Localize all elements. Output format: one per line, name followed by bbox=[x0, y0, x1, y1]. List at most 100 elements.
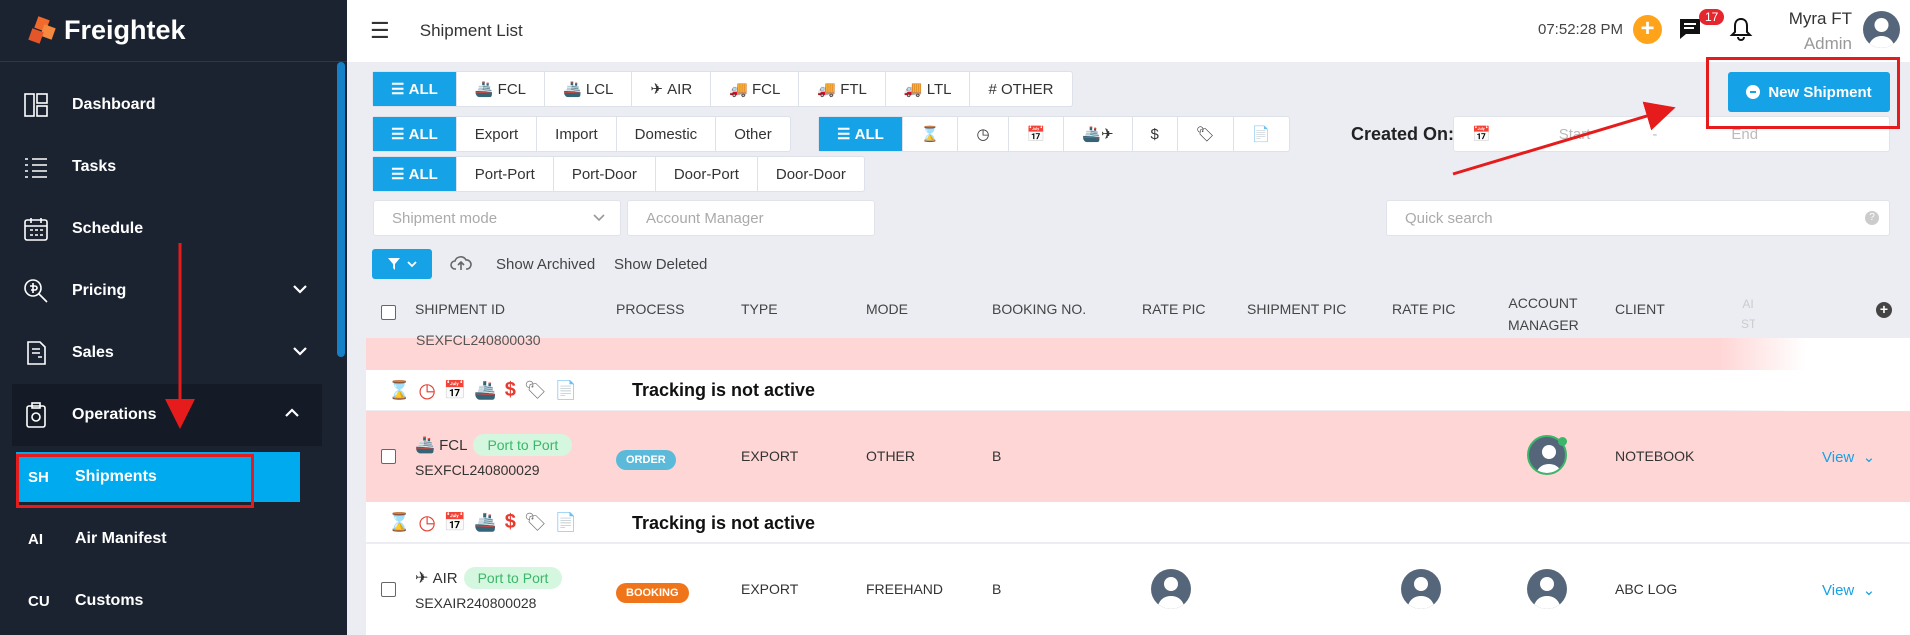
clock-filter-button[interactable]: ◷ bbox=[958, 117, 1009, 151]
quick-add-button[interactable]: + bbox=[1633, 15, 1662, 44]
table-row[interactable] bbox=[366, 543, 1910, 635]
sidebar-item-pricing[interactable]: Pricing bbox=[0, 260, 330, 322]
link-label: View bbox=[1822, 582, 1855, 599]
direction-other-button[interactable]: Other bbox=[716, 117, 790, 151]
start-date-placeholder: Start bbox=[1558, 125, 1591, 143]
row-checkbox[interactable] bbox=[381, 449, 396, 464]
col-header-shipment-pic[interactable]: SHIPMENT PIC bbox=[1247, 301, 1346, 317]
type-other-button[interactable]: # OTHER bbox=[970, 72, 1071, 106]
col-header-account-manager[interactable]: ACCOUNT MANAGER bbox=[1508, 292, 1579, 336]
sidebar-item-dashboard[interactable]: Dashboard bbox=[0, 74, 330, 136]
type-ftl-button[interactable]: 🚚 FTL bbox=[799, 72, 886, 106]
view-link[interactable]: View ⌄ bbox=[1822, 448, 1875, 466]
transport-filter-button[interactable]: 🚢✈ bbox=[1064, 117, 1133, 151]
shipment-mode-select[interactable]: Shipment mode bbox=[373, 200, 621, 236]
user-role: Admin bbox=[1803, 34, 1852, 53]
col-header-process[interactable]: PROCESS bbox=[616, 301, 684, 317]
user-avatar[interactable] bbox=[1863, 11, 1900, 48]
rate-pic-avatar-2[interactable] bbox=[1401, 569, 1441, 609]
cloud-upload-icon[interactable] bbox=[450, 254, 472, 277]
col-header-type[interactable]: TYPE bbox=[741, 301, 778, 317]
advanced-filter-button[interactable] bbox=[372, 249, 432, 279]
help-icon[interactable]: ? bbox=[1865, 211, 1879, 225]
route-all-button[interactable]: ☰ ALL bbox=[373, 157, 457, 191]
type-fcl-truck-button[interactable]: 🚚 FCL bbox=[711, 72, 800, 106]
document-icon: 📄 bbox=[554, 380, 578, 400]
tracking-icons: ⌛ ◷ 📅 🚢 $ 🏷 📄 bbox=[388, 378, 577, 403]
direction-domestic-button[interactable]: Domestic bbox=[617, 117, 717, 151]
type-all-button[interactable]: ☰ ALL bbox=[373, 72, 457, 106]
account-manager-input[interactable]: Account Manager bbox=[627, 200, 875, 236]
type-fcl-sea-button[interactable]: 🚢 FCL bbox=[457, 72, 545, 106]
col-header-client[interactable]: CLIENT bbox=[1615, 301, 1665, 317]
tag-filter-button[interactable]: 🏷 bbox=[1178, 117, 1234, 151]
top-bar: ☰ Shipment List 07:52:28 PM + 17 Myra FT… bbox=[347, 0, 1910, 62]
chevron-up-icon[interactable] bbox=[284, 405, 300, 426]
route-door-door-button[interactable]: Door-Door bbox=[758, 157, 864, 191]
tracking-status: Tracking is not active bbox=[632, 380, 816, 400]
freightek-logo-icon bbox=[28, 15, 56, 44]
quick-search-input[interactable]: Quick search ? bbox=[1386, 200, 1890, 236]
chevron-down-icon[interactable] bbox=[292, 281, 308, 302]
table-row-partial[interactable]: SEXFCL240800030 bbox=[366, 332, 1910, 370]
shipment-id[interactable]: SEXFCL240800030 bbox=[416, 332, 541, 348]
bell-icon[interactable] bbox=[1729, 16, 1753, 47]
direction-import-button[interactable]: Import bbox=[537, 117, 617, 151]
sidebar-subitem-customs[interactable]: CU Customs bbox=[0, 570, 330, 632]
row-checkbox[interactable] bbox=[381, 582, 396, 597]
route-door-port-button[interactable]: Door-Port bbox=[656, 157, 758, 191]
col-header-mode[interactable]: MODE bbox=[866, 301, 908, 317]
col-header-rate-pic[interactable]: RATE PIC bbox=[1142, 301, 1206, 317]
brand-logo[interactable]: Freightek bbox=[0, 0, 347, 62]
add-column-icon[interactable]: + bbox=[1876, 302, 1892, 318]
plane-icon: ✈ bbox=[415, 570, 429, 587]
clock-icon: ◷ bbox=[418, 512, 436, 534]
shipment-id[interactable]: SEXFCL240800029 bbox=[415, 462, 540, 478]
ship-icon: 🚢 bbox=[474, 380, 497, 400]
sidebar-item-tasks[interactable]: Tasks bbox=[0, 136, 330, 198]
sidebar-item-schedule[interactable]: Schedule bbox=[0, 198, 330, 260]
chevron-down-icon[interactable] bbox=[292, 343, 308, 364]
calendar-filter-button[interactable]: 📅 bbox=[1009, 117, 1065, 151]
type-air-button[interactable]: ✈ AIR bbox=[632, 72, 712, 106]
type-ltl-button[interactable]: 🚚 LTL bbox=[886, 72, 971, 106]
type-lcl-button[interactable]: 🚢 LCL bbox=[545, 72, 633, 106]
hourglass-filter-button[interactable]: ⌛ bbox=[903, 117, 959, 151]
brand-name: Freightek bbox=[64, 15, 186, 45]
view-link[interactable]: View ⌄ bbox=[1822, 581, 1875, 599]
route-badge: Port to Port bbox=[473, 434, 573, 456]
direction-all-button[interactable]: ☰ ALL bbox=[373, 117, 457, 151]
direction-filter: ☰ ALL Export Import Domestic Other bbox=[372, 116, 791, 152]
button-label: LTL bbox=[926, 80, 952, 98]
col-header-booking-no[interactable]: BOOKING NO. bbox=[992, 301, 1086, 317]
sidebar-scrollbar[interactable] bbox=[337, 62, 345, 357]
calendar-icon bbox=[22, 215, 50, 243]
button-label: Domestic bbox=[634, 125, 698, 143]
col-header-shipment-id[interactable]: SHIPMENT ID bbox=[415, 301, 505, 317]
route-port-door-button[interactable]: Port-Door bbox=[554, 157, 656, 191]
direction-export-button[interactable]: Export bbox=[457, 117, 538, 151]
select-all-checkbox[interactable] bbox=[381, 305, 396, 320]
client-value: ABC LOG bbox=[1615, 581, 1678, 597]
sidebar-item-sales[interactable]: Sales bbox=[0, 322, 330, 384]
account-manager-avatar[interactable] bbox=[1527, 569, 1567, 609]
button-label: Port-Port bbox=[474, 165, 535, 183]
document-filter-button[interactable]: 📄 bbox=[1234, 117, 1289, 151]
dollar-filter-button[interactable]: $ bbox=[1133, 117, 1178, 151]
sidebar-subitem-air-manifest[interactable]: AI Air Manifest bbox=[0, 508, 330, 570]
button-label: ALL bbox=[408, 165, 438, 183]
col-header-rate-pic-2[interactable]: RATE PIC bbox=[1392, 301, 1456, 317]
sidebar-item-operations[interactable]: Operations bbox=[12, 384, 322, 446]
show-deleted-toggle[interactable]: Show Deleted bbox=[614, 256, 707, 273]
rate-pic-avatar[interactable] bbox=[1151, 569, 1191, 609]
col-header-ai-st[interactable]: AI ST bbox=[1741, 294, 1755, 334]
type-value: EXPORT bbox=[741, 448, 799, 464]
online-status-dot bbox=[1558, 437, 1567, 446]
status-all-button[interactable]: ☰ ALL bbox=[819, 117, 903, 151]
user-name[interactable]: Myra FT bbox=[1782, 9, 1852, 29]
hamburger-menu-icon[interactable]: ☰ bbox=[370, 18, 390, 44]
shipment-id[interactable]: SEXAIR240800028 bbox=[415, 595, 536, 611]
show-archived-toggle[interactable]: Show Archived bbox=[496, 256, 595, 273]
tag-icon: 🏷 bbox=[1195, 126, 1215, 143]
route-port-port-button[interactable]: Port-Port bbox=[457, 157, 554, 191]
